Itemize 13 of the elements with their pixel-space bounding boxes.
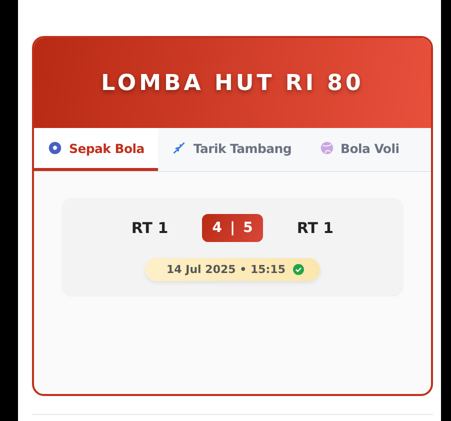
sport-tab[interactable]: Tarik Tambang xyxy=(158,128,306,171)
team-name: RT 1 xyxy=(131,219,168,237)
ball-icon xyxy=(320,141,334,155)
score: 5 xyxy=(243,220,253,236)
rope-icon xyxy=(172,141,186,155)
sport-tab[interactable]: Sepak Bola xyxy=(34,128,158,171)
sport-tab[interactable]: Bola Voli xyxy=(306,128,414,171)
ball-icon xyxy=(48,141,62,155)
card-title: LOMBA HUT RI 80 xyxy=(101,70,364,96)
score: 4 xyxy=(212,220,222,236)
team-name: RT 1 xyxy=(296,219,334,237)
match-datetime: 14 Jul 2025 • 15:15 xyxy=(166,263,286,276)
score-separator: | xyxy=(230,220,236,236)
